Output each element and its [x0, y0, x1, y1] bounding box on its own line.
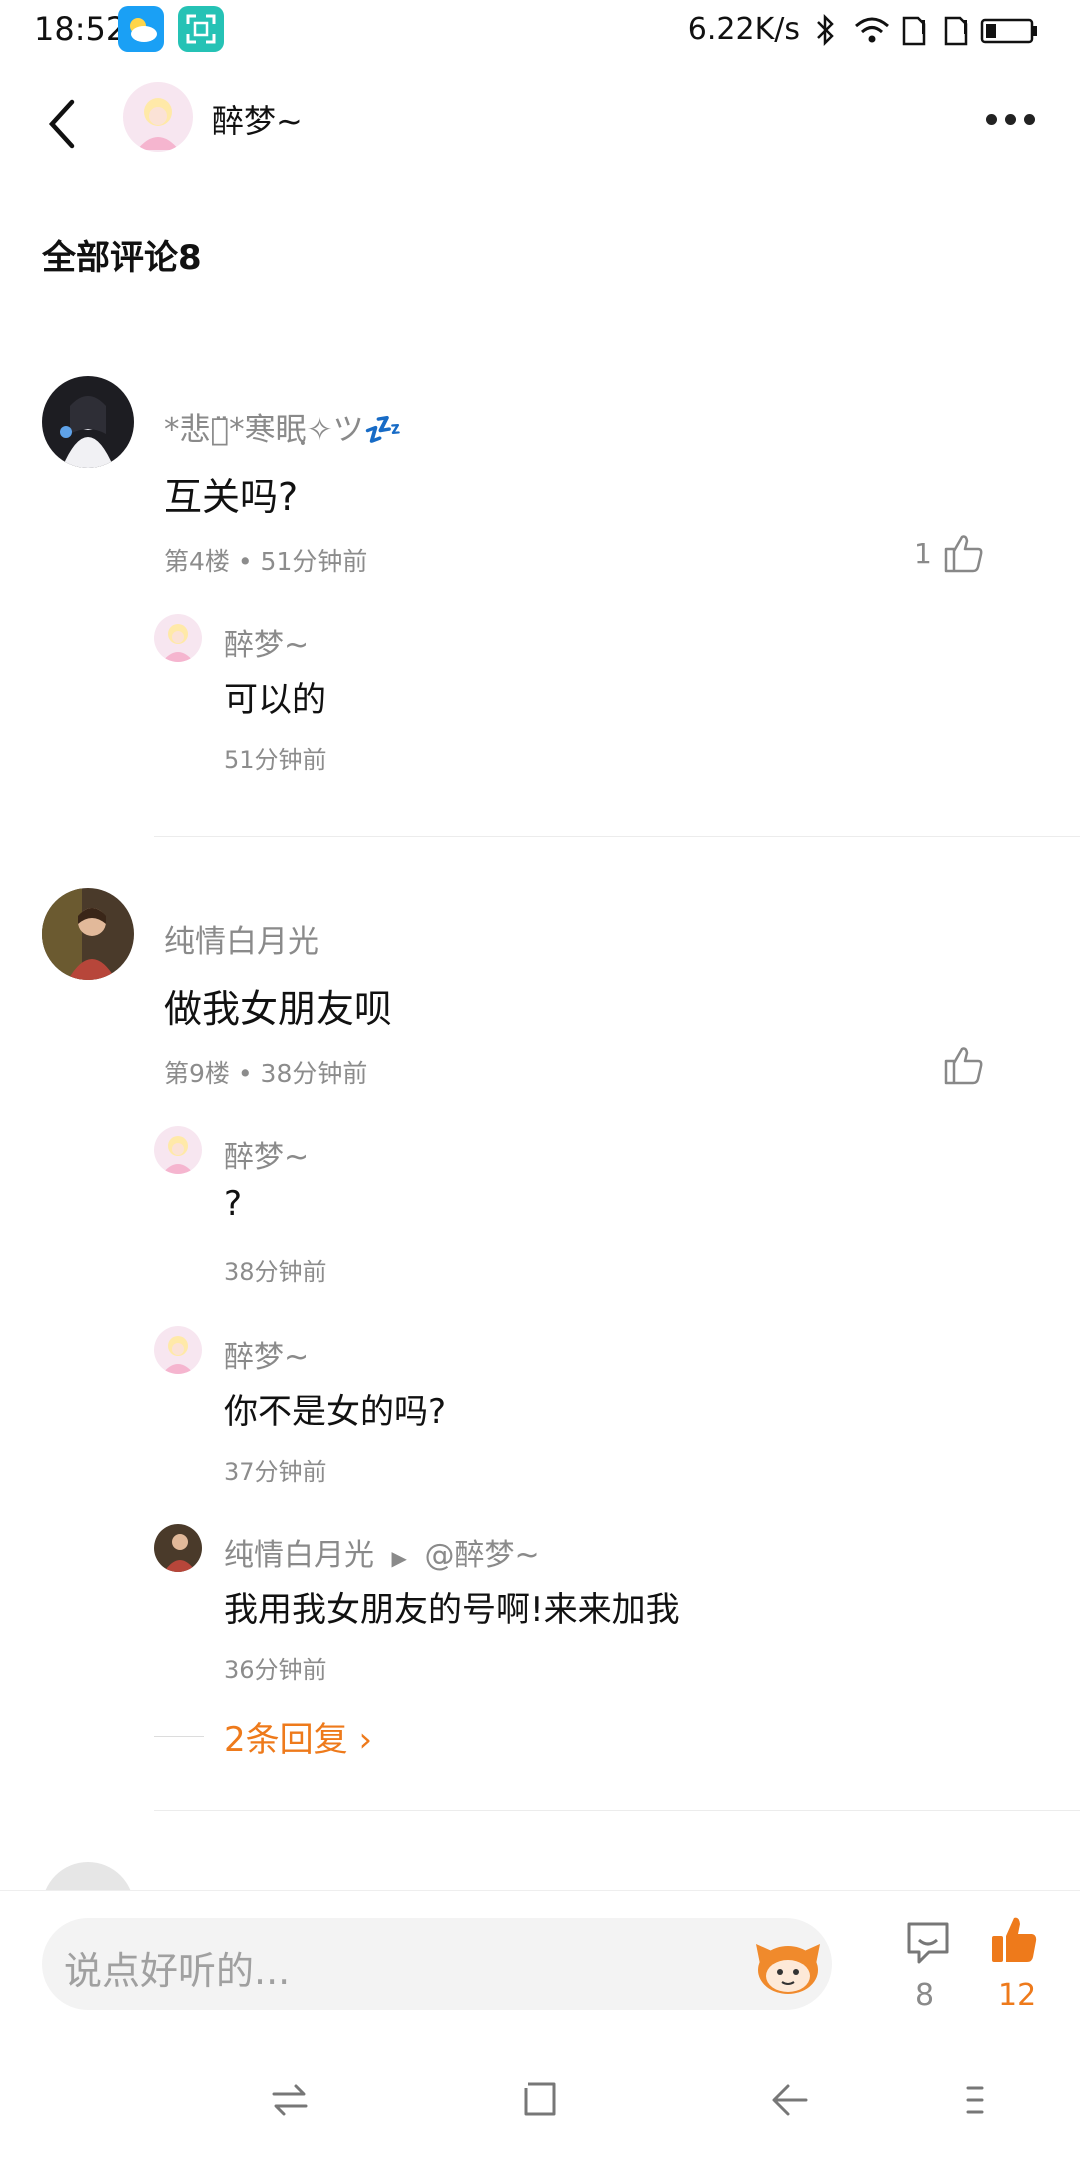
- emoji-mascot-icon[interactable]: [752, 1934, 824, 1996]
- like-count: 12: [998, 1978, 1037, 2013]
- status-bar: 18:52 6.22K/s: [0, 0, 1080, 62]
- menu-icon[interactable]: [966, 2080, 986, 2120]
- switch-icon[interactable]: [270, 2080, 310, 2120]
- thumbs-up-filled-icon[interactable]: [988, 1914, 1040, 1966]
- reply-text: 你不是女的吗?: [224, 1392, 447, 1432]
- more-replies-line: [154, 1736, 204, 1737]
- comment-username[interactable]: *悲伤̈*寒眠ฺ✧ツ💤: [164, 404, 402, 454]
- header-avatar[interactable]: [123, 82, 193, 152]
- reply-time: 51分钟前: [224, 746, 327, 774]
- thumbs-up-icon[interactable]: [942, 531, 986, 575]
- reply-author[interactable]: 纯情白月光: [224, 1538, 374, 1573]
- divider: [154, 836, 1080, 837]
- divider: [154, 1810, 1080, 1811]
- weather-app-icon: [118, 6, 164, 52]
- comment-input-placeholder[interactable]: 说点好听的...: [64, 1940, 290, 1995]
- reply-to-user[interactable]: @醉梦~: [424, 1538, 539, 1573]
- back-icon[interactable]: [770, 2080, 810, 2120]
- scanner-app-icon: [178, 6, 224, 52]
- status-time: 18:52: [34, 10, 127, 48]
- header-title: 醉梦~: [212, 102, 303, 140]
- reply-username[interactable]: 醉梦~: [224, 620, 309, 664]
- reply-avatar[interactable]: [154, 1524, 202, 1572]
- back-arrow-icon[interactable]: [40, 96, 84, 152]
- comment-like-count: 1: [914, 537, 932, 570]
- more-dots-icon[interactable]: [986, 110, 1046, 126]
- comment-text: 互关吗?: [164, 475, 299, 519]
- home-square-icon[interactable]: [520, 2080, 560, 2120]
- more-replies-link[interactable]: 2条回复 ›: [224, 1712, 372, 1761]
- reply-avatar[interactable]: [154, 1126, 202, 1174]
- reply-username[interactable]: 纯情白月光 ▶ @醉梦~: [224, 1530, 540, 1574]
- reply-username[interactable]: 醉梦~: [224, 1132, 309, 1176]
- reply-text: 可以的: [224, 680, 326, 720]
- reply-text: ?: [224, 1184, 243, 1224]
- wifi-icon: [855, 17, 889, 43]
- comment-count: 8: [915, 1978, 935, 2013]
- thumbs-up-icon[interactable]: [942, 1043, 986, 1087]
- reply-time: 38分钟前: [224, 1258, 327, 1286]
- comment-text: 做我女朋友呗: [164, 987, 393, 1031]
- reply-arrow-icon: ▶: [391, 1546, 407, 1570]
- comment-meta: 第9楼 • 38分钟前: [164, 1059, 368, 1088]
- sim1-icon: [902, 16, 926, 46]
- bluetooth-icon: [817, 13, 834, 47]
- comment-username[interactable]: 纯情白月光: [164, 916, 319, 961]
- reply-username[interactable]: 醉梦~: [224, 1332, 309, 1376]
- section-title: 全部评论8: [42, 238, 202, 278]
- reply-time: 36分钟前: [224, 1656, 327, 1684]
- sim2-icon: [944, 16, 968, 46]
- comment-avatar[interactable]: [42, 376, 134, 468]
- battery-icon: [980, 18, 1037, 44]
- comment-meta: 第4楼 • 51分钟前: [164, 547, 368, 576]
- reply-avatar[interactable]: [154, 1326, 202, 1374]
- comment-avatar[interactable]: [42, 888, 134, 980]
- comment-bubble-icon[interactable]: [903, 1918, 953, 1968]
- reply-time: 37分钟前: [224, 1458, 327, 1486]
- network-speed: 6.22K/s: [687, 12, 800, 47]
- reply-avatar[interactable]: [154, 614, 202, 662]
- reply-text: 我用我女朋友的号啊!来来加我: [224, 1590, 680, 1630]
